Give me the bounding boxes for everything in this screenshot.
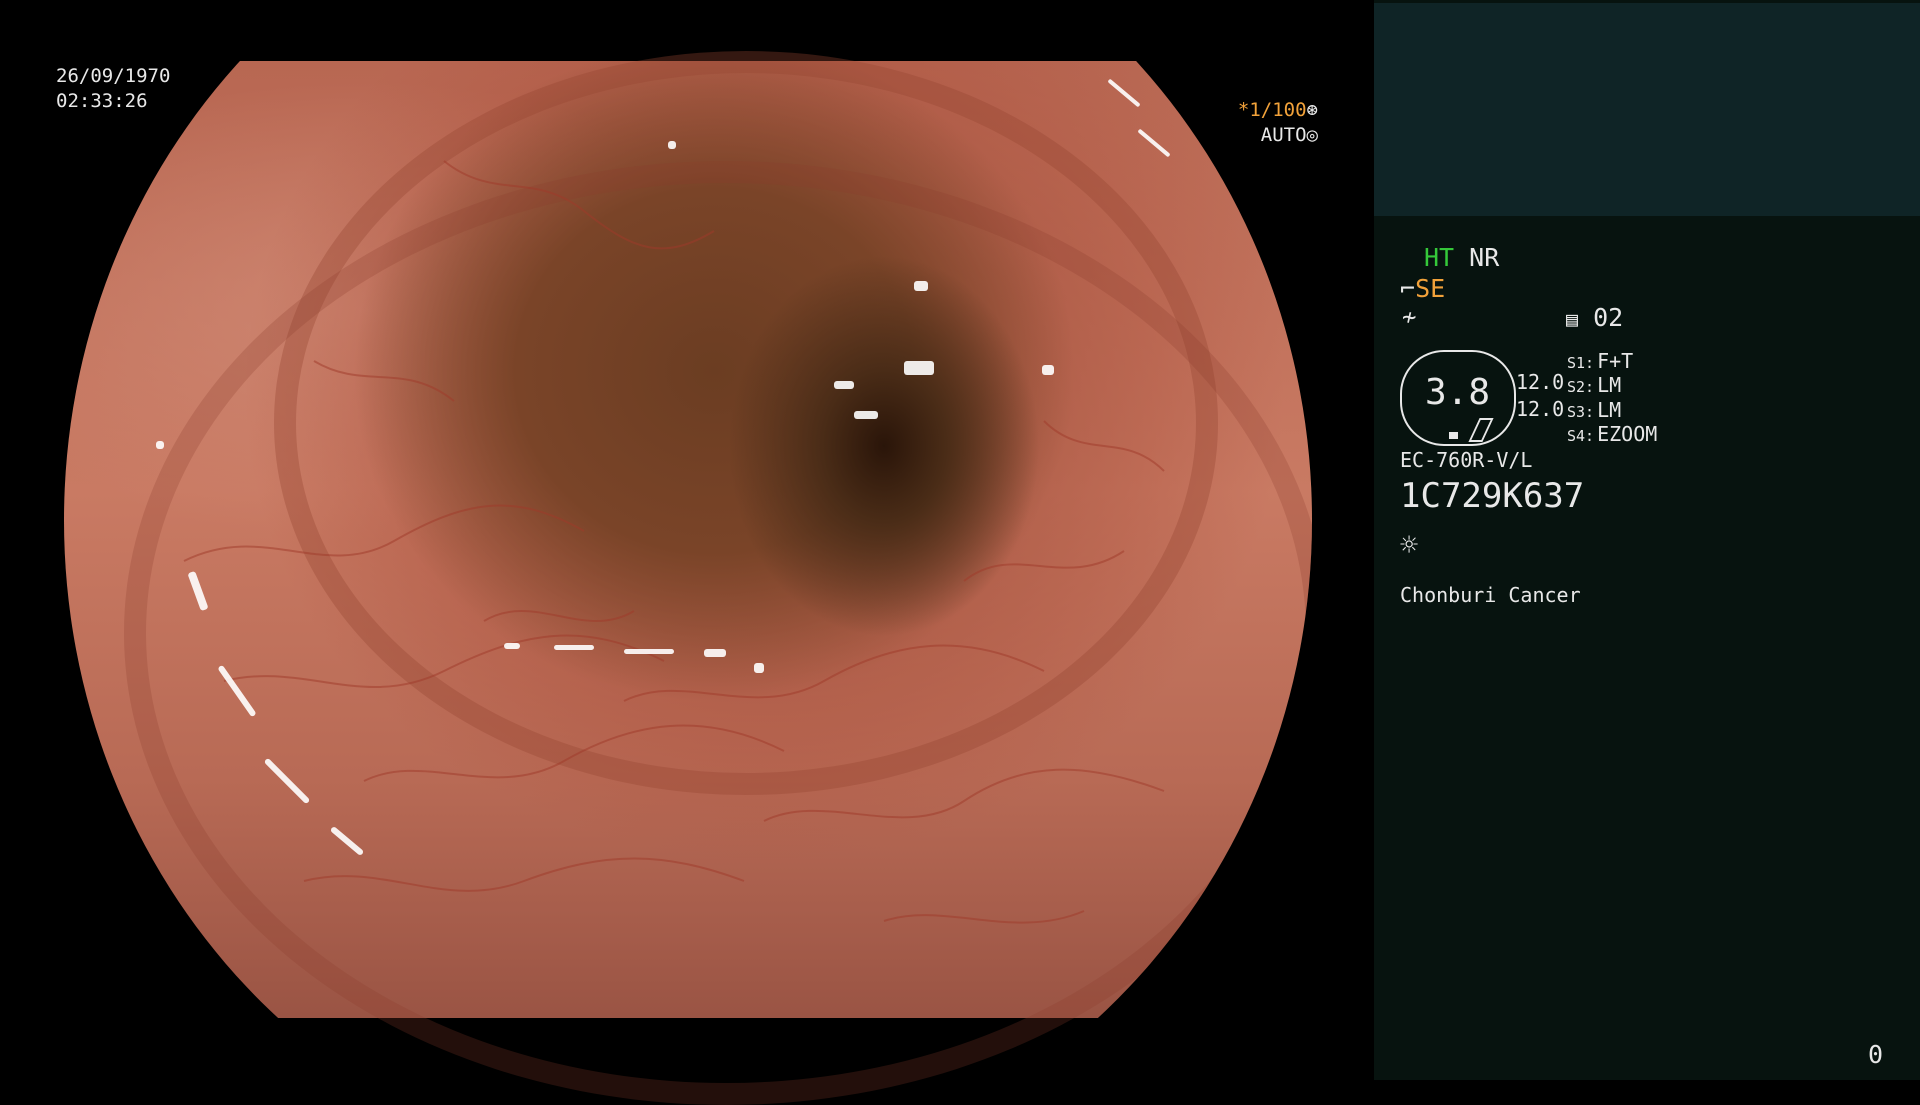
switch-value: F+T: [1597, 349, 1634, 373]
switch-row: S1: F+T: [1567, 349, 1633, 373]
light-source-icon: ☼: [1400, 528, 1419, 563]
specular-highlight: [554, 645, 594, 650]
iris-mode: AUTO: [1260, 124, 1307, 146]
frame-counter: 0: [1868, 1040, 1884, 1069]
specular-highlight: [834, 381, 854, 389]
scope-mode-icon: ⌐: [1400, 274, 1416, 303]
gauge-value: 3.8: [1425, 372, 1491, 413]
switch-value: EZOOM: [1597, 422, 1658, 446]
specular-highlight: [904, 361, 934, 375]
shutter-line: *1/100⊛: [1228, 98, 1318, 123]
switch-label: S4:: [1567, 427, 1595, 445]
ht-indicator: HT: [1424, 243, 1455, 272]
site-name: Chonburi Cancer: [1400, 583, 1581, 607]
specular-highlight: [704, 649, 726, 657]
specular-highlight: [754, 663, 764, 673]
specular-highlight: [668, 141, 676, 149]
memory-card-icon: ▤: [1566, 307, 1579, 331]
switch-label: S2:: [1567, 378, 1595, 396]
iris-icon: ◎: [1306, 124, 1318, 146]
se-indicator: SE: [1415, 274, 1446, 303]
switch-row: S4: EZOOM: [1567, 422, 1657, 446]
switch-row: S2: LM: [1567, 373, 1621, 397]
endoscope-viewport: 26/09/1970 02:33:26 *1/100⊛ AUTO◎: [0, 0, 1374, 1105]
iris-line: AUTO◎: [1228, 123, 1318, 148]
channel-number: 02: [1593, 303, 1624, 332]
aperture-icon: ⊛: [1306, 99, 1318, 121]
time-text: 02:33:26: [56, 90, 148, 112]
channel-line: ▤ 02: [1566, 303, 1623, 332]
vascular-pattern: [183, 160, 1165, 924]
switch-value: LM: [1597, 398, 1622, 422]
not-equal-icon: ≁: [1402, 303, 1417, 331]
exposure-info: *1/100⊛ AUTO◎: [1228, 98, 1318, 148]
endoscopic-image: [64, 51, 1312, 1105]
timestamp: 26/09/1970 02:33:26: [56, 64, 170, 114]
switch-label: S3:: [1567, 403, 1595, 421]
specular-highlight: [914, 281, 928, 291]
value-b: 12.0: [1516, 397, 1565, 421]
switch-label: S1:: [1567, 354, 1595, 372]
specular-highlight: [156, 441, 164, 449]
specular-highlight: [854, 411, 878, 419]
gauge-marker: [1449, 432, 1458, 439]
specular-highlight: [1042, 365, 1054, 375]
switch-value: LM: [1597, 373, 1622, 397]
scope-serial: 1C729K637: [1400, 476, 1585, 516]
nr-indicator: NR: [1469, 243, 1500, 272]
date-text: 26/09/1970: [56, 65, 171, 87]
panel-header-area: [1374, 3, 1920, 216]
image-enhance-line: HT NR: [1424, 243, 1499, 272]
value-a: 12.0: [1516, 370, 1565, 394]
scope-model: EC-760R-V/L: [1400, 448, 1533, 472]
se-line: ⌐SE: [1400, 274, 1445, 303]
specular-highlight: [504, 643, 520, 649]
specular-highlight: [624, 649, 674, 654]
switch-row: S3: LM: [1567, 398, 1621, 422]
info-panel: [1374, 0, 1920, 1080]
shutter-speed: *1/100: [1237, 99, 1307, 121]
